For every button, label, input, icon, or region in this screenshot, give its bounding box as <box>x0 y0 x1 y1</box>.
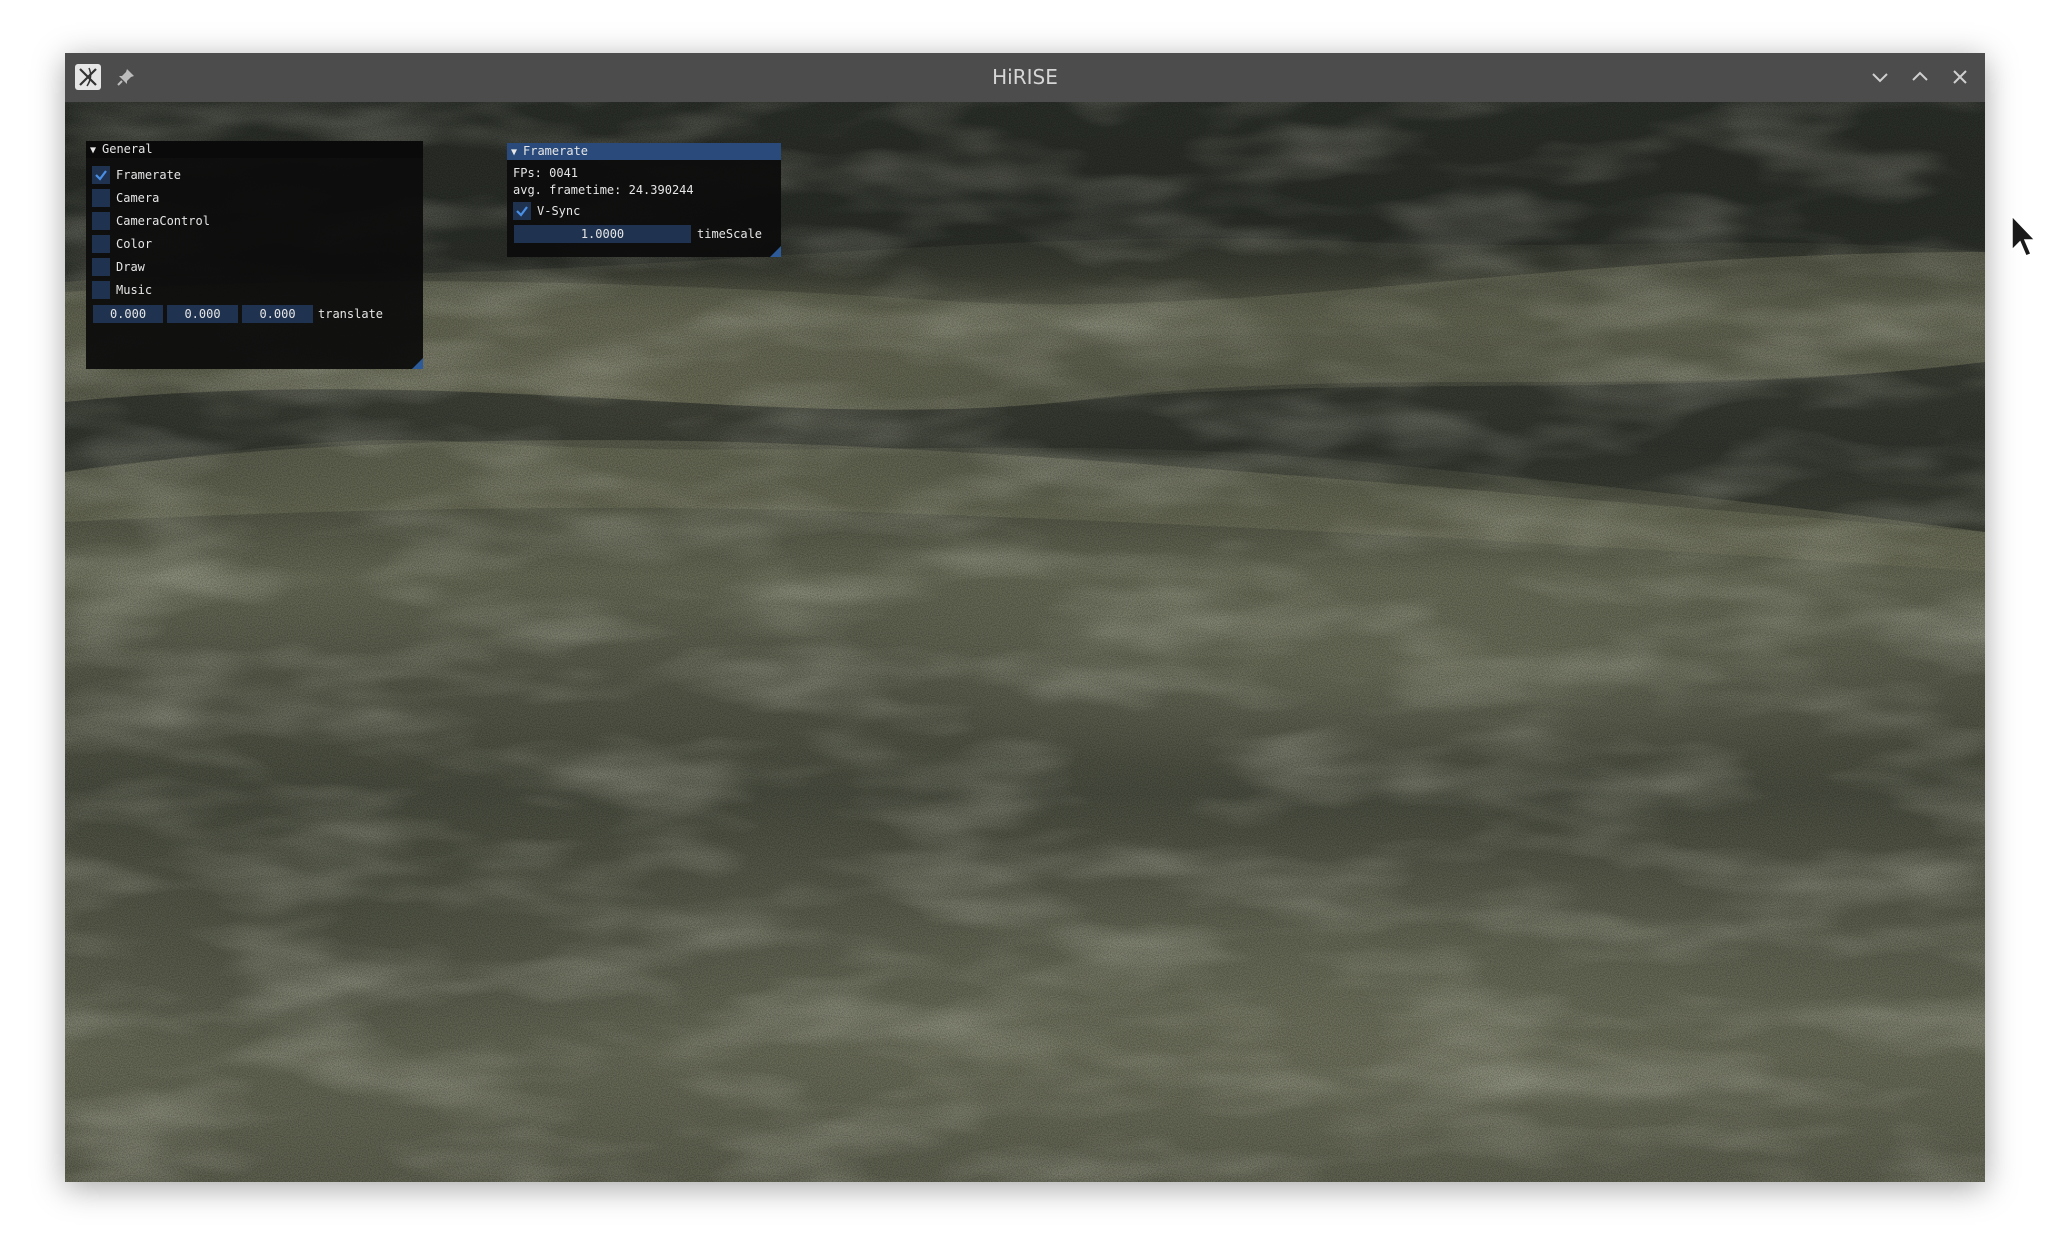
checkbox-box[interactable] <box>92 258 110 276</box>
timescale-slider[interactable]: 1.0000 <box>514 225 691 243</box>
translate-y-field[interactable]: 0.000 <box>167 305 238 323</box>
general-panel-title: General <box>102 142 153 156</box>
framerate-panel-title: Framerate <box>523 144 589 158</box>
window-title: HiRISE <box>992 65 1058 89</box>
checkbox-label: Camera <box>116 191 160 205</box>
close-button[interactable] <box>1948 65 1972 89</box>
check-icon <box>516 206 528 217</box>
translate-label: translate <box>318 307 384 321</box>
translate-x-field[interactable]: 0.000 <box>93 305 163 323</box>
chevron-down-icon <box>1872 73 1888 83</box>
translate-z-field[interactable]: 0.000 <box>242 305 313 323</box>
checkbox-label: Draw <box>116 260 145 274</box>
timescale-label: timeScale <box>697 227 763 241</box>
framerate-panel[interactable]: ▼ Framerate FPs: 0041 avg. frametime: 24.… <box>507 143 781 257</box>
check-icon <box>95 170 107 181</box>
general-panel[interactable]: ▼ General Framerate Camera CameraControl … <box>86 141 423 369</box>
maximize-button[interactable] <box>1908 65 1932 89</box>
checkbox-label: V-Sync <box>537 204 581 218</box>
checkbox-box[interactable] <box>92 212 110 230</box>
window-titlebar[interactable]: HiRISE <box>65 53 1985 102</box>
checkbox-label: Color <box>116 237 153 251</box>
resize-grip[interactable] <box>412 358 423 369</box>
checkbox-label: Music <box>116 283 153 297</box>
checkbox-box[interactable] <box>513 202 531 220</box>
checkbox-label: Framerate <box>116 168 182 182</box>
fps-text: FPs: 0041 <box>513 166 579 180</box>
close-icon <box>1953 70 1967 84</box>
checkbox-box[interactable] <box>92 281 110 299</box>
checkbox-box[interactable] <box>92 235 110 253</box>
general-panel-header[interactable]: ▼ General <box>86 141 423 158</box>
collapse-arrow-icon[interactable]: ▼ <box>90 142 102 159</box>
collapse-arrow-icon[interactable]: ▼ <box>511 144 523 161</box>
minimize-button[interactable] <box>1868 65 1892 89</box>
checkbox-box[interactable] <box>92 189 110 207</box>
frametime-text: avg. frametime: 24.390244 <box>513 183 694 197</box>
framerate-panel-header[interactable]: ▼ Framerate <box>507 143 781 160</box>
checkbox-label: CameraControl <box>116 214 210 228</box>
chevron-up-icon <box>1912 71 1928 81</box>
mouse-cursor-icon <box>2011 214 2036 257</box>
app-window: HiRISE ▼ General Framerate Camera Camera… <box>65 53 1985 1182</box>
resize-grip[interactable] <box>770 246 781 257</box>
checkbox-box[interactable] <box>92 166 110 184</box>
